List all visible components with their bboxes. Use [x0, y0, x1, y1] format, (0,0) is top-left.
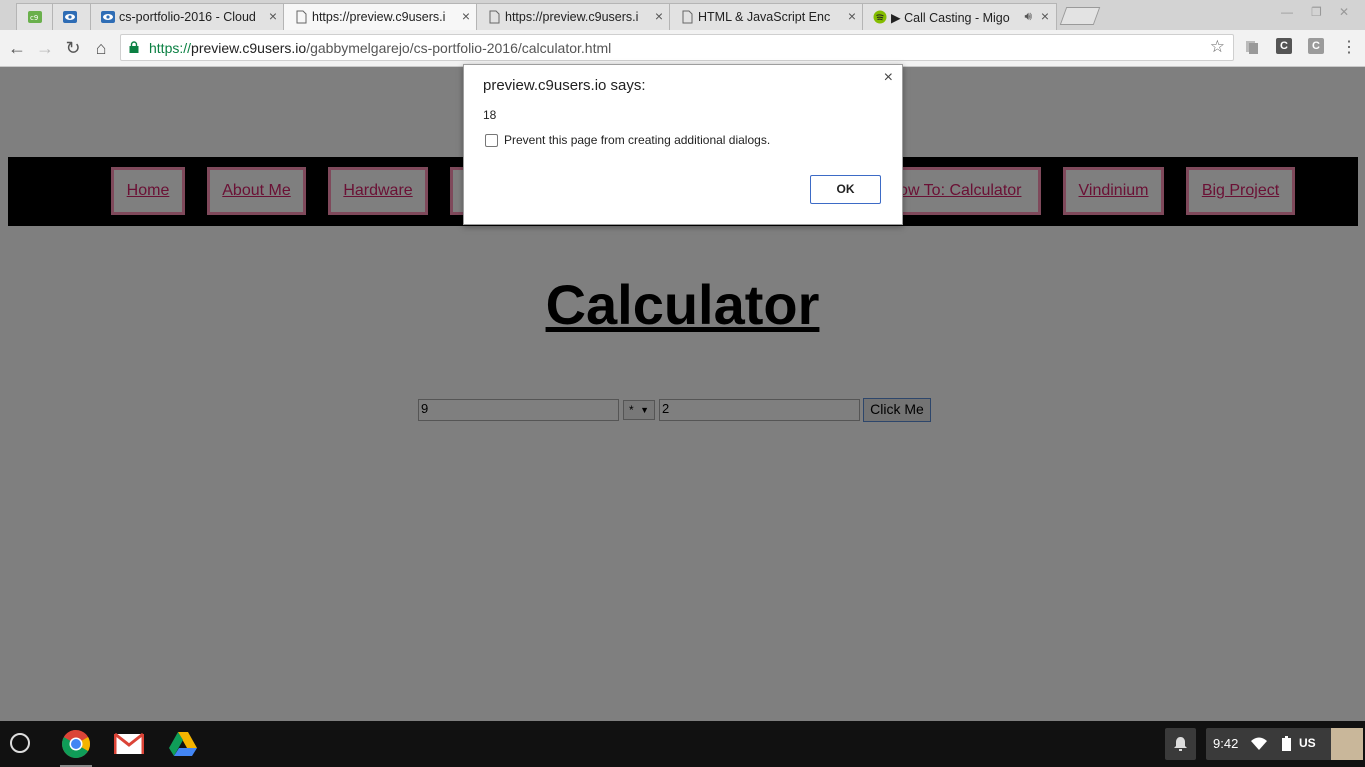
launcher-icon[interactable]: [10, 733, 30, 753]
extension-icon[interactable]: [1244, 39, 1260, 55]
url-path: /gabbymelgarejo/cs-portfolio-2016/calcul…: [306, 40, 612, 56]
close-icon[interactable]: ×: [884, 69, 893, 87]
avatar: [1331, 728, 1363, 760]
input-method: US: [1299, 736, 1316, 750]
maximize-icon[interactable]: ❐: [1311, 5, 1322, 19]
tab-title: https://preview.c9users.i: [505, 10, 639, 24]
prevent-dialogs-label[interactable]: Prevent this page from creating addition…: [504, 133, 770, 147]
notifications-button[interactable]: [1165, 728, 1196, 760]
tab-title: https://preview.c9users.i: [312, 10, 446, 24]
cloud9-icon: [101, 11, 115, 23]
close-icon[interactable]: ×: [655, 9, 663, 23]
close-icon[interactable]: ×: [1041, 9, 1049, 23]
wifi-icon: [1251, 737, 1267, 750]
close-window-icon[interactable]: ✕: [1339, 5, 1349, 19]
app-icon: c9: [28, 11, 42, 23]
clock: 9:42: [1213, 736, 1239, 751]
status-tray[interactable]: 9:42 US: [1206, 728, 1363, 760]
chrome-icon[interactable]: [61, 729, 91, 759]
battery-icon: [1282, 736, 1291, 751]
tab-pinned-2[interactable]: [52, 3, 92, 30]
dialog-title: preview.c9users.io says:: [483, 77, 646, 94]
reload-icon[interactable]: ↻: [61, 36, 85, 60]
tab-html-js[interactable]: HTML & JavaScript Enc ×: [669, 3, 864, 30]
tab-active-preview[interactable]: https://preview.c9users.i ×: [283, 3, 478, 30]
tab-title: ▶ Call Casting - Migo: [891, 11, 1010, 25]
page-icon: [682, 10, 693, 24]
prevent-dialogs-checkbox[interactable]: [485, 134, 498, 147]
close-icon[interactable]: ×: [462, 9, 470, 23]
minimize-icon[interactable]: —: [1281, 5, 1293, 19]
tab-title: HTML & JavaScript Enc: [698, 10, 831, 24]
home-icon[interactable]: ⌂: [89, 36, 113, 60]
browser-toolbar: ← → ↻ ⌂ https://preview.c9users.io/gabby…: [0, 30, 1365, 67]
extension-c-icon[interactable]: C: [1276, 38, 1292, 54]
tab-preview-2[interactable]: https://preview.c9users.i ×: [476, 3, 671, 30]
tab-strip: c9 cs-portfolio-2016 - Cloud × https://p…: [0, 0, 1365, 30]
url-host: preview.c9users.io: [191, 40, 307, 56]
tab-pinned-1[interactable]: c9: [16, 3, 56, 30]
svg-text:c9: c9: [30, 14, 38, 22]
tab-spotify[interactable]: ▶ Call Casting - Migo 🔊︎ ×: [862, 3, 1057, 30]
eye-icon: [63, 11, 77, 23]
url-text: https://preview.c9users.io/gabbymelgarej…: [149, 40, 611, 56]
bookmark-star-icon[interactable]: ☆: [1210, 37, 1225, 57]
os-shelf: 9:42 US: [0, 721, 1365, 767]
forward-icon[interactable]: →: [33, 36, 57, 60]
alert-dialog: preview.c9users.io says: × 18 Prevent th…: [463, 64, 903, 225]
tab-cloud9[interactable]: cs-portfolio-2016 - Cloud ×: [90, 3, 285, 30]
url-scheme: https://: [149, 40, 192, 56]
bell-icon: [1174, 737, 1187, 751]
google-drive-icon[interactable]: [168, 729, 198, 759]
dialog-message: 18: [483, 108, 497, 122]
address-bar[interactable]: https://preview.c9users.io/gabbymelgarej…: [120, 34, 1234, 61]
page-icon: [296, 10, 307, 24]
page-icon: [489, 10, 500, 24]
new-tab-button[interactable]: [1059, 7, 1101, 25]
ok-button[interactable]: OK: [810, 175, 881, 204]
spotify-icon: [873, 10, 887, 24]
back-icon[interactable]: ←: [5, 36, 29, 60]
tab-title: cs-portfolio-2016 - Cloud: [119, 10, 256, 24]
extension-c-icon[interactable]: C: [1308, 38, 1324, 54]
lock-icon: [129, 41, 139, 53]
menu-icon[interactable]: ⋮: [1341, 37, 1357, 57]
close-icon[interactable]: ×: [269, 9, 277, 23]
close-icon[interactable]: ×: [848, 9, 856, 23]
speaker-icon[interactable]: 🔊︎: [1024, 9, 1032, 24]
gmail-icon[interactable]: [114, 729, 144, 759]
